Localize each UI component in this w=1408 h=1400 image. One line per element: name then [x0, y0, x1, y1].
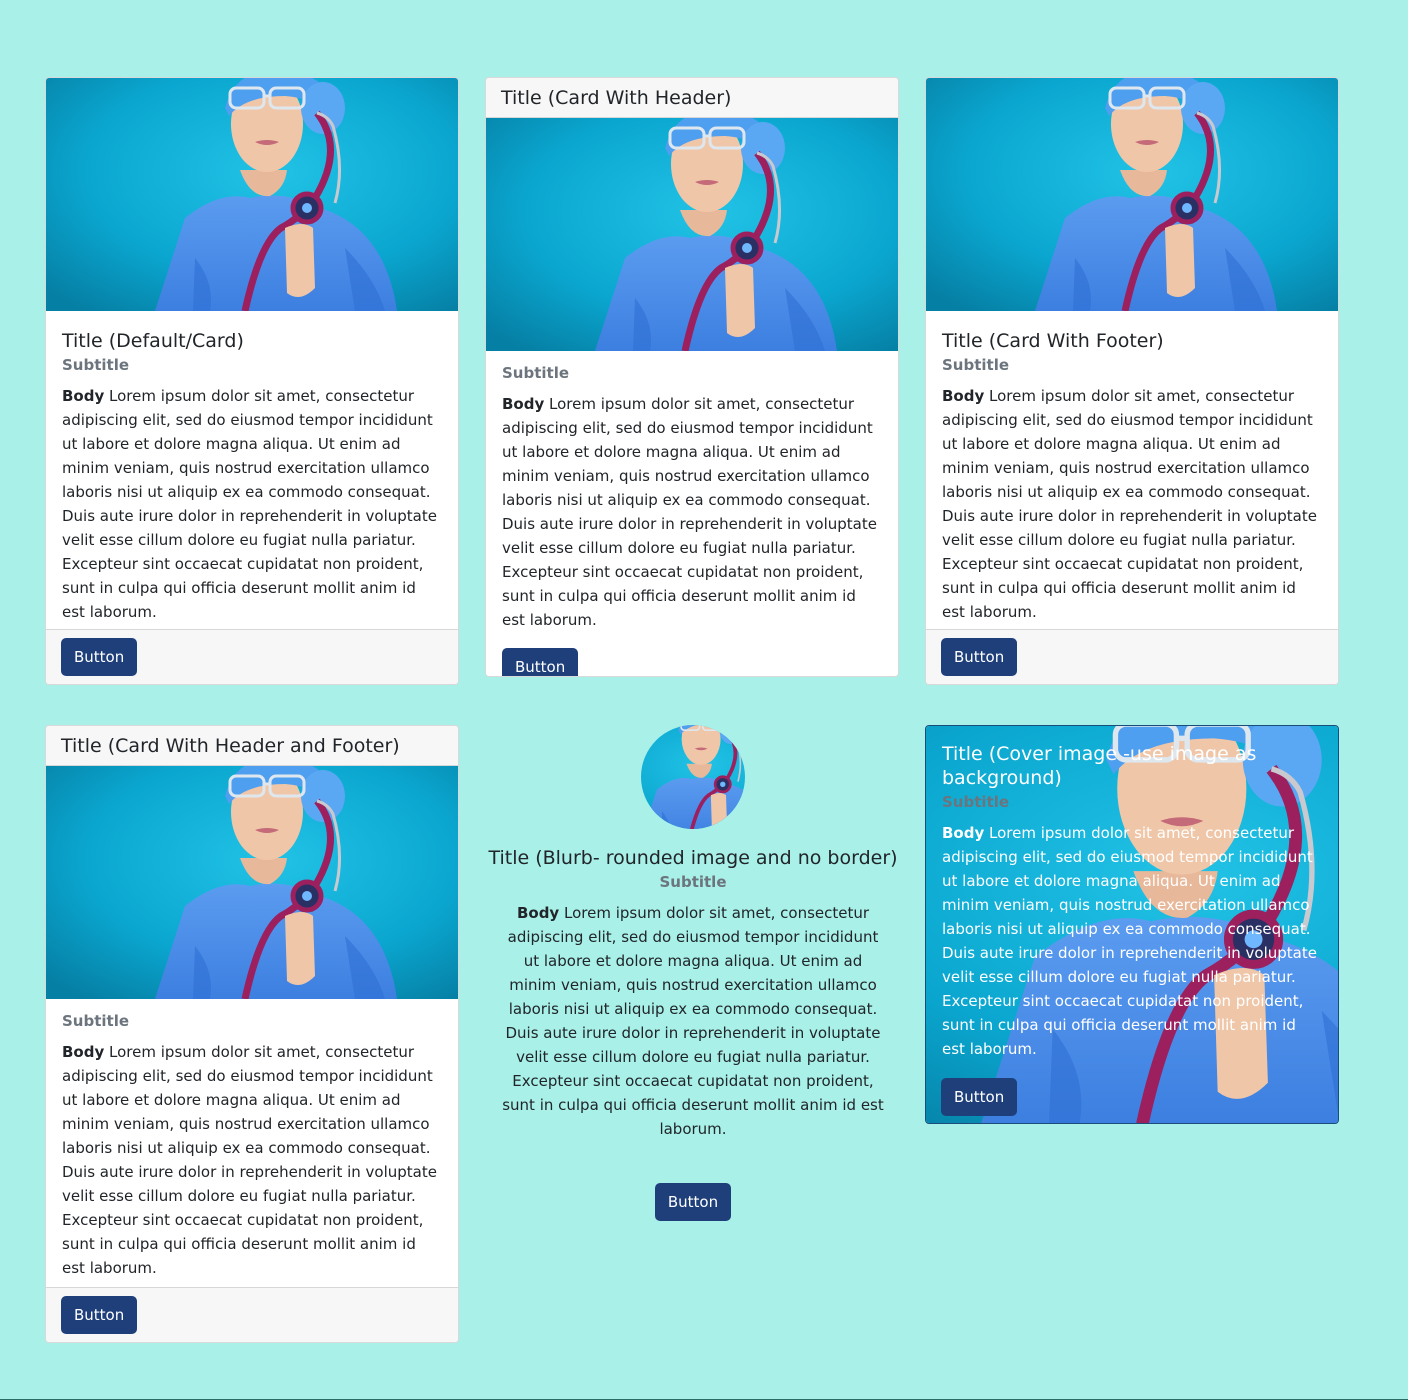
card-subtitle: Subtitle — [942, 356, 1010, 374]
card-text: Body Lorem ipsum dolor sit amet, consect… — [62, 1040, 442, 1280]
card-subtitle: Subtitle — [62, 356, 130, 374]
card-default: Title (Default/Card) Subtitle Body Lorem… — [45, 77, 459, 685]
body-bold: Body — [942, 387, 985, 405]
body-bold: Body — [502, 395, 545, 413]
avatar — [641, 725, 745, 829]
body-bold: Body — [62, 1043, 105, 1061]
card-title: Title (Card With Footer) — [942, 330, 1164, 352]
card-image — [46, 766, 458, 999]
body-bold: Body — [516, 904, 560, 922]
card-subtitle: Subtitle — [62, 1012, 130, 1030]
card-text: Body Lorem ipsum dolor sit amet, consect… — [62, 384, 442, 624]
card-title: Title (Cover image -use image as backgro… — [942, 743, 1257, 789]
card-image — [926, 78, 1338, 311]
body-text: Lorem ipsum dolor sit amet, consectetur … — [502, 904, 884, 1138]
card-image — [486, 118, 898, 351]
card-with-footer: Title (Card With Footer) Subtitle Body L… — [925, 77, 1339, 685]
card-body: Title (Card With Footer) Subtitle Body L… — [926, 311, 1338, 624]
body-bold: Body — [942, 824, 985, 842]
card-button[interactable]: Button — [941, 1078, 1018, 1116]
card-body: Title (Default/Card) Subtitle Body Lorem… — [46, 311, 458, 624]
card-button[interactable]: Button — [502, 648, 579, 676]
card-title: Title (Blurb- rounded image and no borde… — [488, 847, 898, 869]
card-subtitle: Subtitle — [659, 873, 727, 891]
card-text: Body Lorem ipsum dolor sit amet, consect… — [502, 392, 882, 632]
card-header: Title (Card With Header) — [486, 78, 898, 118]
card-button[interactable]: Button — [654, 1183, 732, 1221]
card-body: Subtitle Body Lorem ipsum dolor sit amet… — [486, 351, 898, 676]
card-with-header: Title (Card With Header) Subtitle Body L… — [485, 77, 899, 677]
card-text: Body Lorem ipsum dolor sit amet, consect… — [942, 384, 1322, 624]
card-header-footer: Title (Card With Header and Footer) Subt… — [45, 725, 459, 1343]
card-button[interactable]: Button — [61, 638, 138, 676]
card-subtitle: Subtitle — [942, 793, 1010, 811]
card-button[interactable]: Button — [61, 1296, 138, 1334]
card-text: Body Lorem ipsum dolor sit amet, consect… — [486, 901, 900, 1141]
card-footer: Button — [46, 1287, 458, 1342]
card-image — [46, 78, 458, 311]
card-header: Title (Card With Header and Footer) — [46, 726, 458, 766]
card-footer: Button — [46, 629, 458, 684]
body-text: Lorem ipsum dolor sit amet, consectetur … — [942, 824, 1317, 1058]
card-text: Body Lorem ipsum dolor sit amet, consect… — [942, 821, 1322, 1061]
body-text: Lorem ipsum dolor sit amet, consectetur … — [502, 395, 877, 629]
card-subtitle: Subtitle — [502, 364, 570, 382]
card-button[interactable]: Button — [941, 638, 1018, 676]
body-text: Lorem ipsum dolor sit amet, consectetur … — [942, 387, 1317, 621]
card-title: Title (Default/Card) — [62, 330, 244, 352]
body-bold: Body — [62, 387, 105, 405]
body-text: Lorem ipsum dolor sit amet, consectetur … — [62, 1043, 437, 1277]
card-blurb: Title (Blurb- rounded image and no borde… — [486, 725, 900, 1221]
card-cover: Title (Cover image -use image as backgro… — [925, 725, 1339, 1124]
card-body: Subtitle Body Lorem ipsum dolor sit amet… — [46, 999, 458, 1280]
card-body: Title (Cover image -use image as backgro… — [926, 726, 1338, 1061]
body-text: Lorem ipsum dolor sit amet, consectetur … — [62, 387, 437, 621]
card-footer: Button — [926, 629, 1338, 684]
